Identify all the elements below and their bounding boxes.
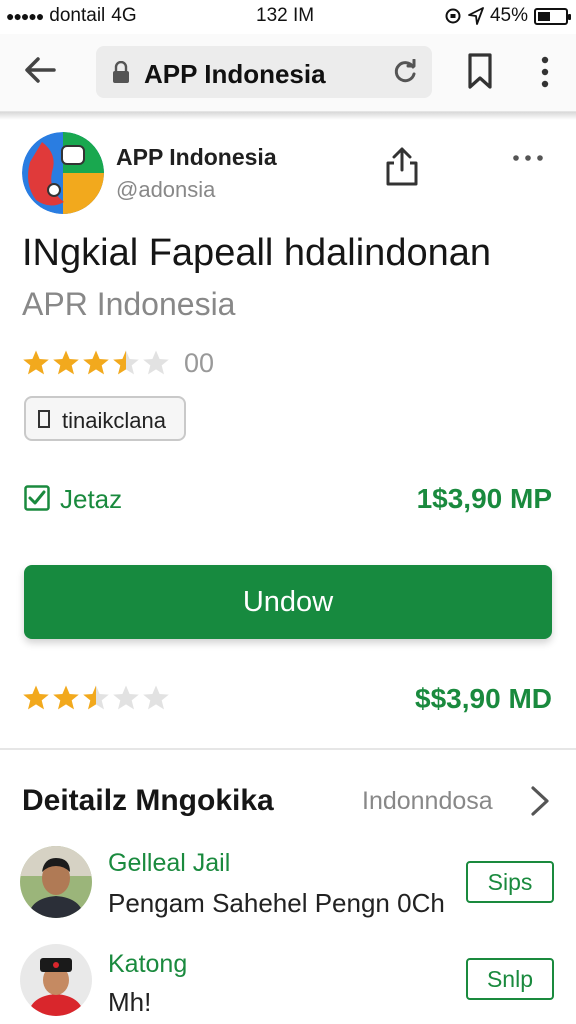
avatar bbox=[20, 846, 92, 918]
chip-box-icon bbox=[38, 410, 50, 428]
app-title: INgkial Fapeall hdalindonan bbox=[22, 232, 491, 274]
back-arrow-icon[interactable] bbox=[20, 50, 60, 90]
details-section-link[interactable]: Indonndosa bbox=[362, 787, 493, 816]
star-empty-icon bbox=[113, 685, 139, 710]
chevron-right-icon[interactable] bbox=[528, 784, 552, 818]
check-label: Jetaz bbox=[60, 484, 123, 514]
more-vertical-icon[interactable] bbox=[530, 54, 560, 90]
star-full-icon bbox=[53, 685, 79, 710]
reviewer-name: Gelleal Jail bbox=[108, 849, 231, 877]
status-time: 132 IM bbox=[256, 5, 315, 26]
battery-icon bbox=[534, 7, 571, 25]
star-full-icon bbox=[23, 685, 49, 710]
status-bar: ●●●●● dontail 4G 132 IM 45% bbox=[0, 0, 576, 34]
review-text: Pengam Sahehel Pengn 0Ch bbox=[108, 888, 445, 918]
primary-action-button[interactable]: Undow bbox=[24, 565, 552, 639]
rotation-lock-icon bbox=[445, 8, 461, 24]
star-full-icon bbox=[83, 350, 109, 375]
reload-icon[interactable] bbox=[392, 59, 418, 85]
carrier-name: dontail bbox=[49, 5, 106, 26]
category-chip[interactable]: tinaikclana bbox=[24, 396, 186, 441]
price-primary: 1$3,90 MP bbox=[416, 483, 552, 514]
address-bar[interactable]: APP Indonesia bbox=[96, 46, 432, 98]
more-horizontal-icon[interactable] bbox=[508, 148, 548, 168]
star-rating bbox=[22, 349, 170, 377]
status-left: ●●●●● dontail 4G bbox=[6, 5, 137, 27]
star-half-icon bbox=[113, 350, 139, 375]
avatar bbox=[20, 944, 92, 1016]
signal-dots-icon: ●●●●● bbox=[6, 8, 44, 24]
reviewer-name: Katong bbox=[108, 950, 188, 978]
star-full-icon bbox=[23, 350, 49, 375]
location-icon bbox=[468, 7, 484, 25]
battery-percent: 45% bbox=[489, 5, 528, 26]
network-type: 4G bbox=[111, 5, 137, 26]
section-divider bbox=[0, 748, 576, 750]
review-text: Mh! bbox=[108, 987, 152, 1017]
toolbar-shadow bbox=[0, 112, 576, 120]
star-half-icon bbox=[83, 685, 109, 710]
lock-icon bbox=[113, 61, 129, 83]
checkbox-checked-icon[interactable] bbox=[24, 485, 50, 511]
star-empty-icon bbox=[143, 350, 169, 375]
app-name: APP Indonesia bbox=[116, 144, 277, 170]
app-subtitle: APR Indonesia bbox=[22, 286, 236, 322]
review-action-button[interactable]: Sips bbox=[466, 861, 554, 903]
status-right: 45% bbox=[444, 5, 571, 27]
app-handle: @adonsia bbox=[116, 177, 216, 202]
app-logo bbox=[22, 132, 104, 214]
share-icon[interactable] bbox=[382, 146, 422, 188]
rating-suffix: 00 bbox=[184, 348, 215, 378]
review-action-button[interactable]: Snlp bbox=[466, 958, 554, 1000]
battery-fill bbox=[538, 11, 550, 21]
details-section-title: Deitailz Mngokika bbox=[22, 784, 274, 817]
star-empty-icon bbox=[143, 685, 169, 710]
price-secondary: $$3,90 MD bbox=[415, 683, 552, 714]
address-text: APP Indonesia bbox=[144, 59, 326, 89]
chip-label: tinaikclana bbox=[62, 408, 166, 433]
star-rating-secondary bbox=[22, 684, 170, 712]
star-full-icon bbox=[53, 350, 79, 375]
browser-toolbar: APP Indonesia bbox=[0, 34, 576, 112]
bookmark-icon[interactable] bbox=[464, 52, 498, 90]
